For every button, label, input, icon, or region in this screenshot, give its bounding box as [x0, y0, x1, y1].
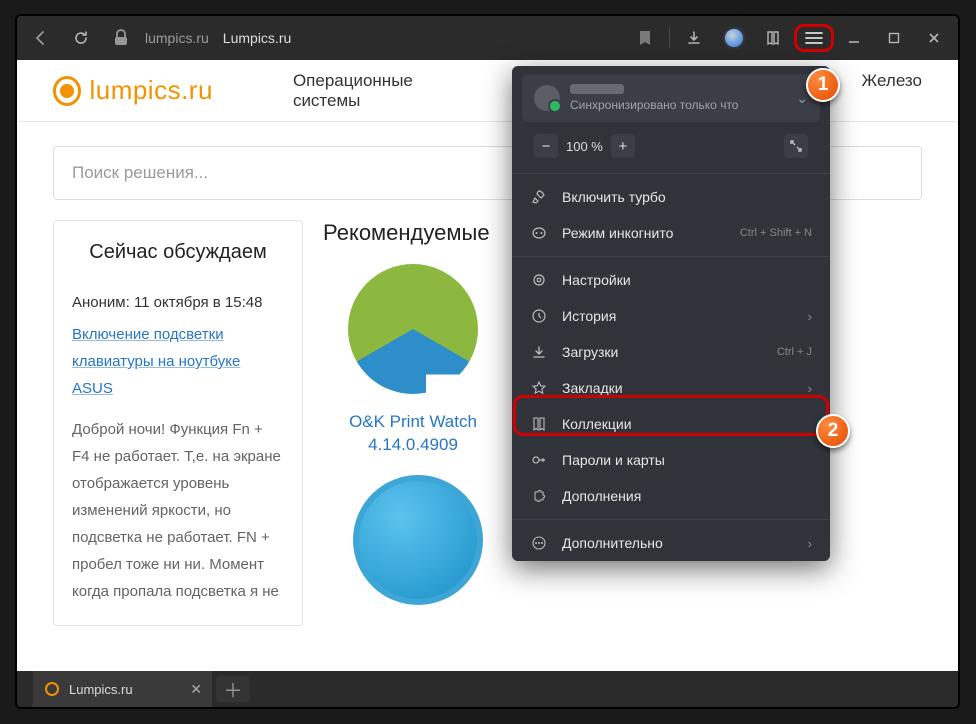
tab-title: Lumpics.ru [69, 682, 133, 697]
menu-more[interactable]: Дополнительно › [512, 525, 830, 561]
tab-lumpics[interactable]: Lumpics.ru ✕ [33, 671, 213, 707]
blue-app-icon [353, 475, 483, 605]
fullscreen-button[interactable] [784, 134, 808, 158]
zoom-in-button[interactable]: + [611, 134, 635, 158]
menu-passwords-label: Пароли и карты [562, 452, 665, 468]
rec1-version: 4.14.0.4909 [323, 435, 503, 455]
history-icon [530, 307, 548, 325]
tab-close-icon[interactable]: ✕ [190, 681, 202, 698]
comment-link[interactable]: Включение подсветки клавиатуры на ноутбу… [72, 326, 240, 397]
downloads-icon[interactable] [674, 16, 714, 60]
menu-collections[interactable]: Коллекции [512, 406, 830, 442]
collections-icon [530, 415, 548, 433]
reload-button[interactable] [61, 16, 101, 60]
download-icon [530, 343, 548, 361]
menu-passwords[interactable]: Пароли и карты [512, 442, 830, 478]
chevron-right-icon: › [808, 536, 812, 551]
menu-incognito[interactable]: Режим инкогнито Ctrl + Shift + N [512, 215, 830, 251]
collections-toolbar-icon[interactable] [754, 16, 794, 60]
maximize-button[interactable] [874, 16, 914, 60]
nav-os[interactable]: Операционные системы [293, 71, 442, 111]
callout-2: 2 [816, 414, 850, 448]
profile-row[interactable]: Синхронизировано только что ⌄ [522, 74, 820, 122]
page-title-toolbar: Lumpics.ru [223, 30, 291, 46]
comment-body: Доброй ночи! Функция Fn + F4 не работает… [72, 416, 284, 605]
rec1-name: O&K Print Watch [323, 412, 503, 432]
menu-more-label: Дополнительно [562, 535, 663, 551]
zoom-out-button[interactable]: − [534, 134, 558, 158]
main-menu-button[interactable] [794, 24, 834, 52]
downloads-shortcut: Ctrl + J [777, 346, 812, 358]
browser-toolbar: lumpics.ru Lumpics.ru [17, 16, 958, 60]
discuss-title: Сейчас обсуждаем [72, 241, 284, 264]
menu-turbo[interactable]: Включить турбо [512, 179, 830, 215]
menu-history[interactable]: История › [512, 298, 830, 334]
minimize-button[interactable] [834, 16, 874, 60]
logo-text[interactable]: lumpics.ru [89, 75, 212, 106]
tab-favicon [45, 682, 59, 696]
menu-collections-label: Коллекции [562, 416, 632, 432]
incognito-shortcut: Ctrl + Shift + N [740, 227, 812, 239]
menu-bookmarks-label: Закладки [562, 380, 623, 396]
menu-settings[interactable]: Настройки [512, 262, 830, 298]
menu-bookmarks[interactable]: Закладки › [512, 370, 830, 406]
comment-meta: Аноним: 11 октября в 15:48 [72, 294, 284, 311]
logo-icon [53, 76, 81, 106]
menu-addons-label: Дополнения [562, 488, 641, 504]
key-icon [530, 451, 548, 469]
menu-downloads-label: Загрузки [562, 344, 618, 360]
print-watch-icon [348, 264, 478, 394]
address-url[interactable]: lumpics.ru [145, 30, 209, 46]
puzzle-icon [530, 487, 548, 505]
nav-hardware[interactable]: Железо [862, 71, 922, 111]
menu-settings-label: Настройки [562, 272, 631, 288]
close-window-button[interactable] [914, 16, 954, 60]
menu-history-label: История [562, 308, 616, 324]
chevron-right-icon: › [808, 381, 812, 396]
new-tab-button[interactable]: ＋ [216, 676, 250, 702]
discuss-panel: Сейчас обсуждаем Аноним: 11 октября в 15… [53, 220, 303, 626]
incognito-icon [530, 224, 548, 242]
menu-downloads[interactable]: Загрузки Ctrl + J [512, 334, 830, 370]
menu-addons[interactable]: Дополнения [512, 478, 830, 514]
zoom-value: 100 % [566, 139, 603, 154]
callout-1: 1 [806, 68, 840, 102]
menu-turbo-label: Включить турбо [562, 189, 666, 205]
more-icon [530, 534, 548, 552]
sync-status: Синхронизировано только что [570, 98, 738, 112]
profile-name-redacted [570, 84, 624, 94]
chevron-down-icon: ⌄ [796, 90, 808, 107]
avatar-icon [534, 85, 560, 111]
back-button[interactable] [21, 16, 61, 60]
rocket-icon [530, 188, 548, 206]
assistant-icon[interactable] [714, 16, 754, 60]
menu-incognito-label: Режим инкогнито [562, 225, 673, 241]
gear-icon [530, 271, 548, 289]
star-icon [530, 379, 548, 397]
tab-bar: Lumpics.ru ✕ ＋ [17, 671, 958, 707]
recommend-item-1[interactable]: O&K Print Watch 4.14.0.4909 [323, 264, 503, 455]
lock-icon [101, 16, 141, 60]
main-menu-dropdown: Синхронизировано только что ⌄ − 100 % + … [512, 66, 830, 561]
chevron-right-icon: › [808, 309, 812, 324]
bookmark-icon[interactable] [625, 16, 665, 60]
